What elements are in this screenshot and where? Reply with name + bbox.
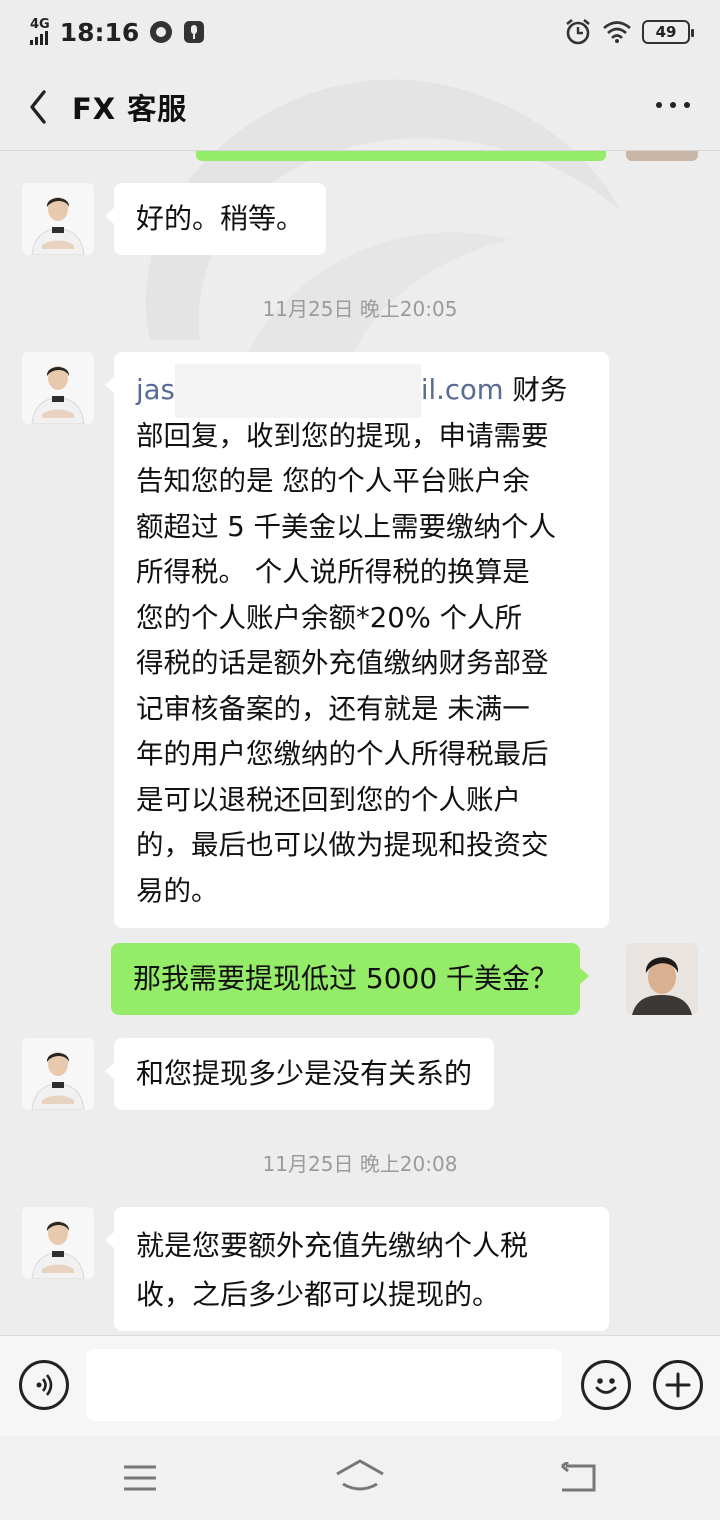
- home-icon[interactable]: [334, 1458, 386, 1494]
- message-list[interactable]: 好的。稍等。 11月25日 晚上20:05 jas il.com 财务 部回复，收…: [0, 151, 720, 1335]
- agent-avatar[interactable]: [22, 183, 94, 255]
- input-bar: [0, 1335, 720, 1436]
- system-navigation-bar: [0, 1436, 720, 1520]
- back-nav-icon[interactable]: [558, 1462, 598, 1494]
- user-avatar[interactable]: [626, 943, 698, 1015]
- message-line: 告知您的是 您的个人平台账户余: [136, 465, 530, 497]
- redaction-box: [174, 364, 421, 418]
- chevron-left-icon[interactable]: [20, 86, 60, 128]
- message-line: 是可以退税还回到您的个人账户: [136, 783, 521, 816]
- message-bubble[interactable]: 好的。稍等。: [104, 183, 327, 255]
- partial-sent-bubble: [196, 151, 606, 161]
- message-bubble[interactable]: 就是您要额外充值先缴纳个人税 收，之后多少都可以提现的。: [105, 1207, 609, 1331]
- status-time: 18:16: [59, 17, 140, 47]
- user-avatar-image: [626, 943, 698, 1015]
- message-line: jas il.com 财务: [136, 364, 587, 418]
- plus-icon[interactable]: [653, 1360, 703, 1410]
- message-text: 和您提现多少是没有关系的: [136, 1057, 473, 1090]
- status-right: 49: [564, 18, 694, 46]
- message-line: 的，最后也可以做为提现和投资交: [136, 829, 549, 861]
- agent-avatar-image: [22, 352, 94, 424]
- battery-indicator: 49: [642, 20, 694, 44]
- signal-icon: [30, 31, 48, 45]
- message-line: 易的。: [136, 874, 219, 907]
- message-line: 额超过 5 千美金以上需要缴纳个人: [136, 510, 556, 543]
- message-line: 记审核备案的，还有就是 未满一: [136, 692, 530, 725]
- voice-icon[interactable]: [19, 1360, 69, 1410]
- message-timestamp: 11月25日 晚上20:05: [262, 297, 458, 321]
- message-line: 就是您要额外充值先缴纳个人税: [136, 1229, 529, 1262]
- agent-avatar[interactable]: [22, 352, 94, 424]
- agent-avatar[interactable]: [22, 1038, 94, 1110]
- status-bar: 4G 18:16 49: [0, 0, 720, 64]
- status-left: 4G 18:16: [30, 18, 205, 47]
- alarm-icon: [566, 18, 590, 45]
- message-bubble[interactable]: 和您提现多少是没有关系的: [104, 1038, 495, 1110]
- network-indicator: 4G: [30, 17, 50, 45]
- agent-avatar[interactable]: [22, 1207, 94, 1279]
- agent-avatar-image: [22, 1038, 94, 1110]
- message-line: 您的个人账户余额*20% 个人所: [136, 601, 523, 634]
- agent-avatar-image: [22, 1207, 94, 1279]
- emoji-icon[interactable]: [581, 1360, 631, 1410]
- recording-icon: [184, 21, 205, 43]
- sent-message-bubble[interactable]: 那我需要提现低过 5000 千美金？: [111, 943, 590, 1015]
- message-line: 收，之后多少都可以提现的。: [136, 1278, 501, 1311]
- message-timestamp: 11月25日 晚上20:08: [262, 1152, 458, 1176]
- chat-title: FX 客服: [72, 92, 188, 126]
- partial-user-avatar: [626, 151, 698, 161]
- message-line: 年的用户您缴纳的个人所得税最后: [136, 738, 549, 770]
- battery-level: 49: [655, 23, 677, 41]
- vpn-icon: [150, 21, 173, 43]
- more-dots-icon[interactable]: [656, 102, 690, 108]
- message-line: 所得税。 个人说所得税的换算是: [136, 556, 530, 588]
- chat-header: FX 客服: [0, 64, 720, 150]
- agent-avatar-image: [22, 183, 94, 255]
- message-bubble[interactable]: jas il.com 财务 部回复，收到您的提现，申请需要 告知您的是 您的个人平…: [105, 352, 609, 928]
- message-line: 部回复，收到您的提现，申请需要: [136, 419, 549, 452]
- network-type: 4G: [30, 17, 50, 32]
- wifi-icon: [603, 21, 631, 43]
- message-line: 得税的话是额外充值缴纳财务部登: [136, 647, 549, 679]
- email-link[interactable]: jas il.com: [136, 364, 504, 418]
- menu-icon[interactable]: [122, 1464, 158, 1492]
- message-text: 好的。稍等。: [136, 202, 305, 235]
- message-text: 那我需要提现低过 5000 千美金？: [133, 962, 559, 995]
- message-input[interactable]: [86, 1349, 562, 1421]
